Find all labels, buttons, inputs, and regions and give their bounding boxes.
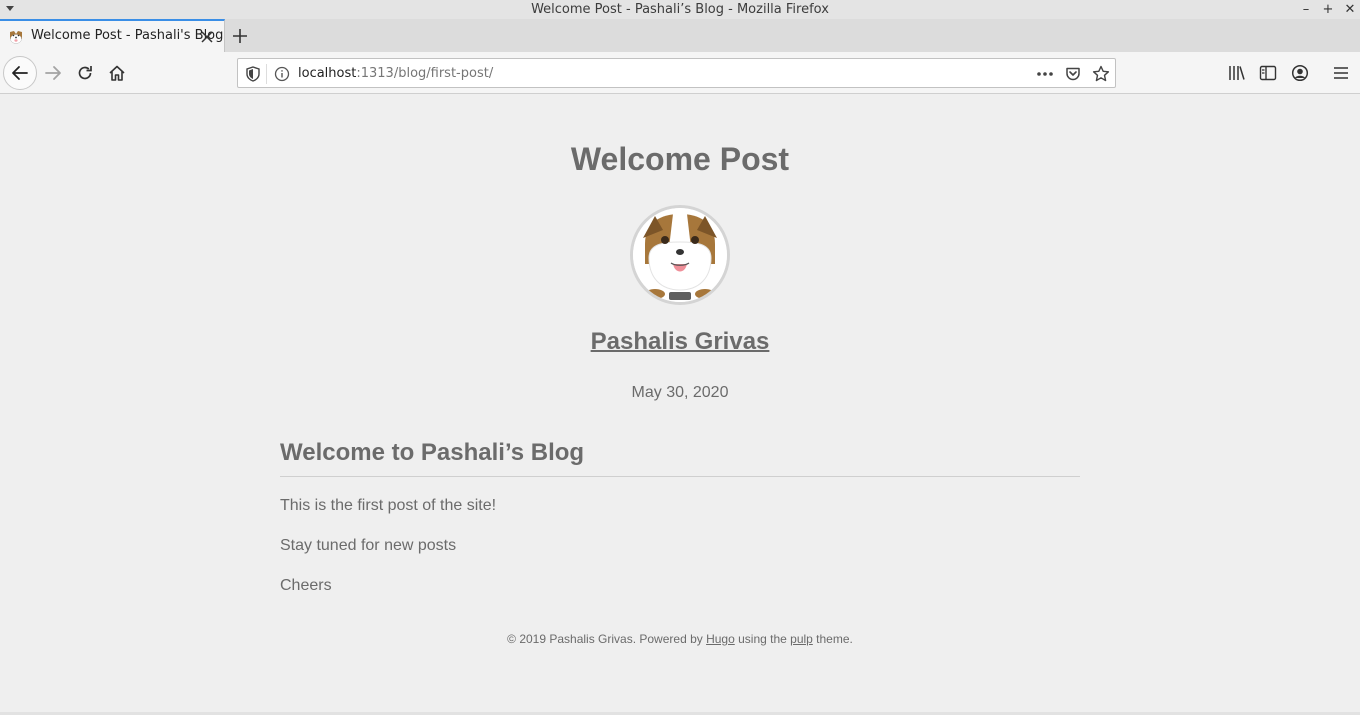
author-name: Pashalis Grivas: [0, 328, 1360, 356]
close-window-icon[interactable]: ✕: [1341, 0, 1359, 19]
post-paragraph: Cheers: [280, 577, 332, 594]
footer-copyright: © 2019 Pashalis Grivas. Powered by: [507, 632, 707, 646]
minimize-icon[interactable]: –: [1297, 0, 1315, 19]
bookmark-star-icon[interactable]: [1092, 65, 1110, 83]
hamburger-menu-icon: [1334, 67, 1348, 79]
window-titlebar: Welcome Post - Pashali’s Blog - Mozilla …: [0, 0, 1360, 19]
bulldog-favicon-icon: [8, 29, 24, 45]
close-tab-icon[interactable]: [199, 29, 215, 45]
menu-button[interactable]: [1324, 56, 1358, 90]
sidebar-button[interactable]: [1251, 56, 1285, 90]
back-arrow-icon: [12, 66, 28, 80]
footer-text-middle: using the: [734, 632, 791, 646]
reload-icon: [78, 66, 92, 80]
url-bar[interactable]: localhost:1313/blog/first-post/: [237, 58, 1116, 88]
window-menu-icon[interactable]: [6, 6, 14, 11]
sidebar-icon: [1259, 65, 1277, 81]
url-host: localhost: [298, 66, 357, 81]
site-footer: © 2019 Pashalis Grivas. Powered by Hugo …: [0, 632, 1360, 646]
reload-button[interactable]: [68, 56, 102, 90]
library-icon: [1229, 66, 1245, 80]
hugo-link[interactable]: Hugo: [706, 632, 735, 646]
account-icon: [1291, 64, 1309, 82]
home-button[interactable]: [100, 56, 134, 90]
post-body: Welcome to Pashali’s Blog This is the fi…: [280, 439, 1080, 596]
footer-text-suffix: theme.: [812, 632, 853, 646]
tracking-shield-icon[interactable]: [244, 65, 262, 83]
page-actions-icon[interactable]: [1036, 65, 1054, 83]
author-avatar: [630, 205, 730, 305]
url-separator: [266, 64, 267, 84]
back-button[interactable]: [3, 56, 37, 90]
post-title: Welcome Post: [570, 141, 790, 177]
post-paragraph: Stay tuned for new posts: [280, 537, 457, 554]
author-link[interactable]: Pashalis Grivas: [591, 328, 770, 355]
url-path: :1313/blog/first-post/: [356, 66, 494, 81]
page-content: Welcome Post Pashalis Grivas May 30, 202…: [0, 95, 1360, 715]
navigation-toolbar: localhost:1313/blog/first-post/: [0, 52, 1360, 94]
post-heading: Welcome to Pashali’s Blog: [280, 439, 1080, 477]
account-button[interactable]: [1283, 56, 1317, 90]
pocket-icon[interactable]: [1064, 65, 1082, 83]
forward-button[interactable]: [36, 56, 70, 90]
maximize-icon[interactable]: +: [1319, 0, 1337, 19]
post-date: May 30, 2020: [631, 384, 729, 401]
tab-strip: Welcome Post - Pashali's Blog: [0, 19, 1360, 52]
tab-title: Welcome Post - Pashali's Blog: [31, 28, 224, 43]
new-tab-icon[interactable]: [231, 27, 249, 45]
library-button[interactable]: [1220, 56, 1254, 90]
url-text: localhost:1313/blog/first-post/: [298, 66, 493, 81]
window-title: Welcome Post - Pashali’s Blog - Mozilla …: [531, 2, 829, 17]
home-icon: [109, 65, 125, 81]
post-paragraph: This is the first post of the site!: [280, 497, 497, 514]
tab-active[interactable]: Welcome Post - Pashali's Blog: [0, 19, 225, 52]
forward-arrow-icon: [45, 66, 61, 80]
site-info-icon[interactable]: [273, 65, 291, 83]
pulp-theme-link[interactable]: pulp: [790, 632, 813, 646]
bulldog-avatar-icon: [633, 208, 727, 302]
